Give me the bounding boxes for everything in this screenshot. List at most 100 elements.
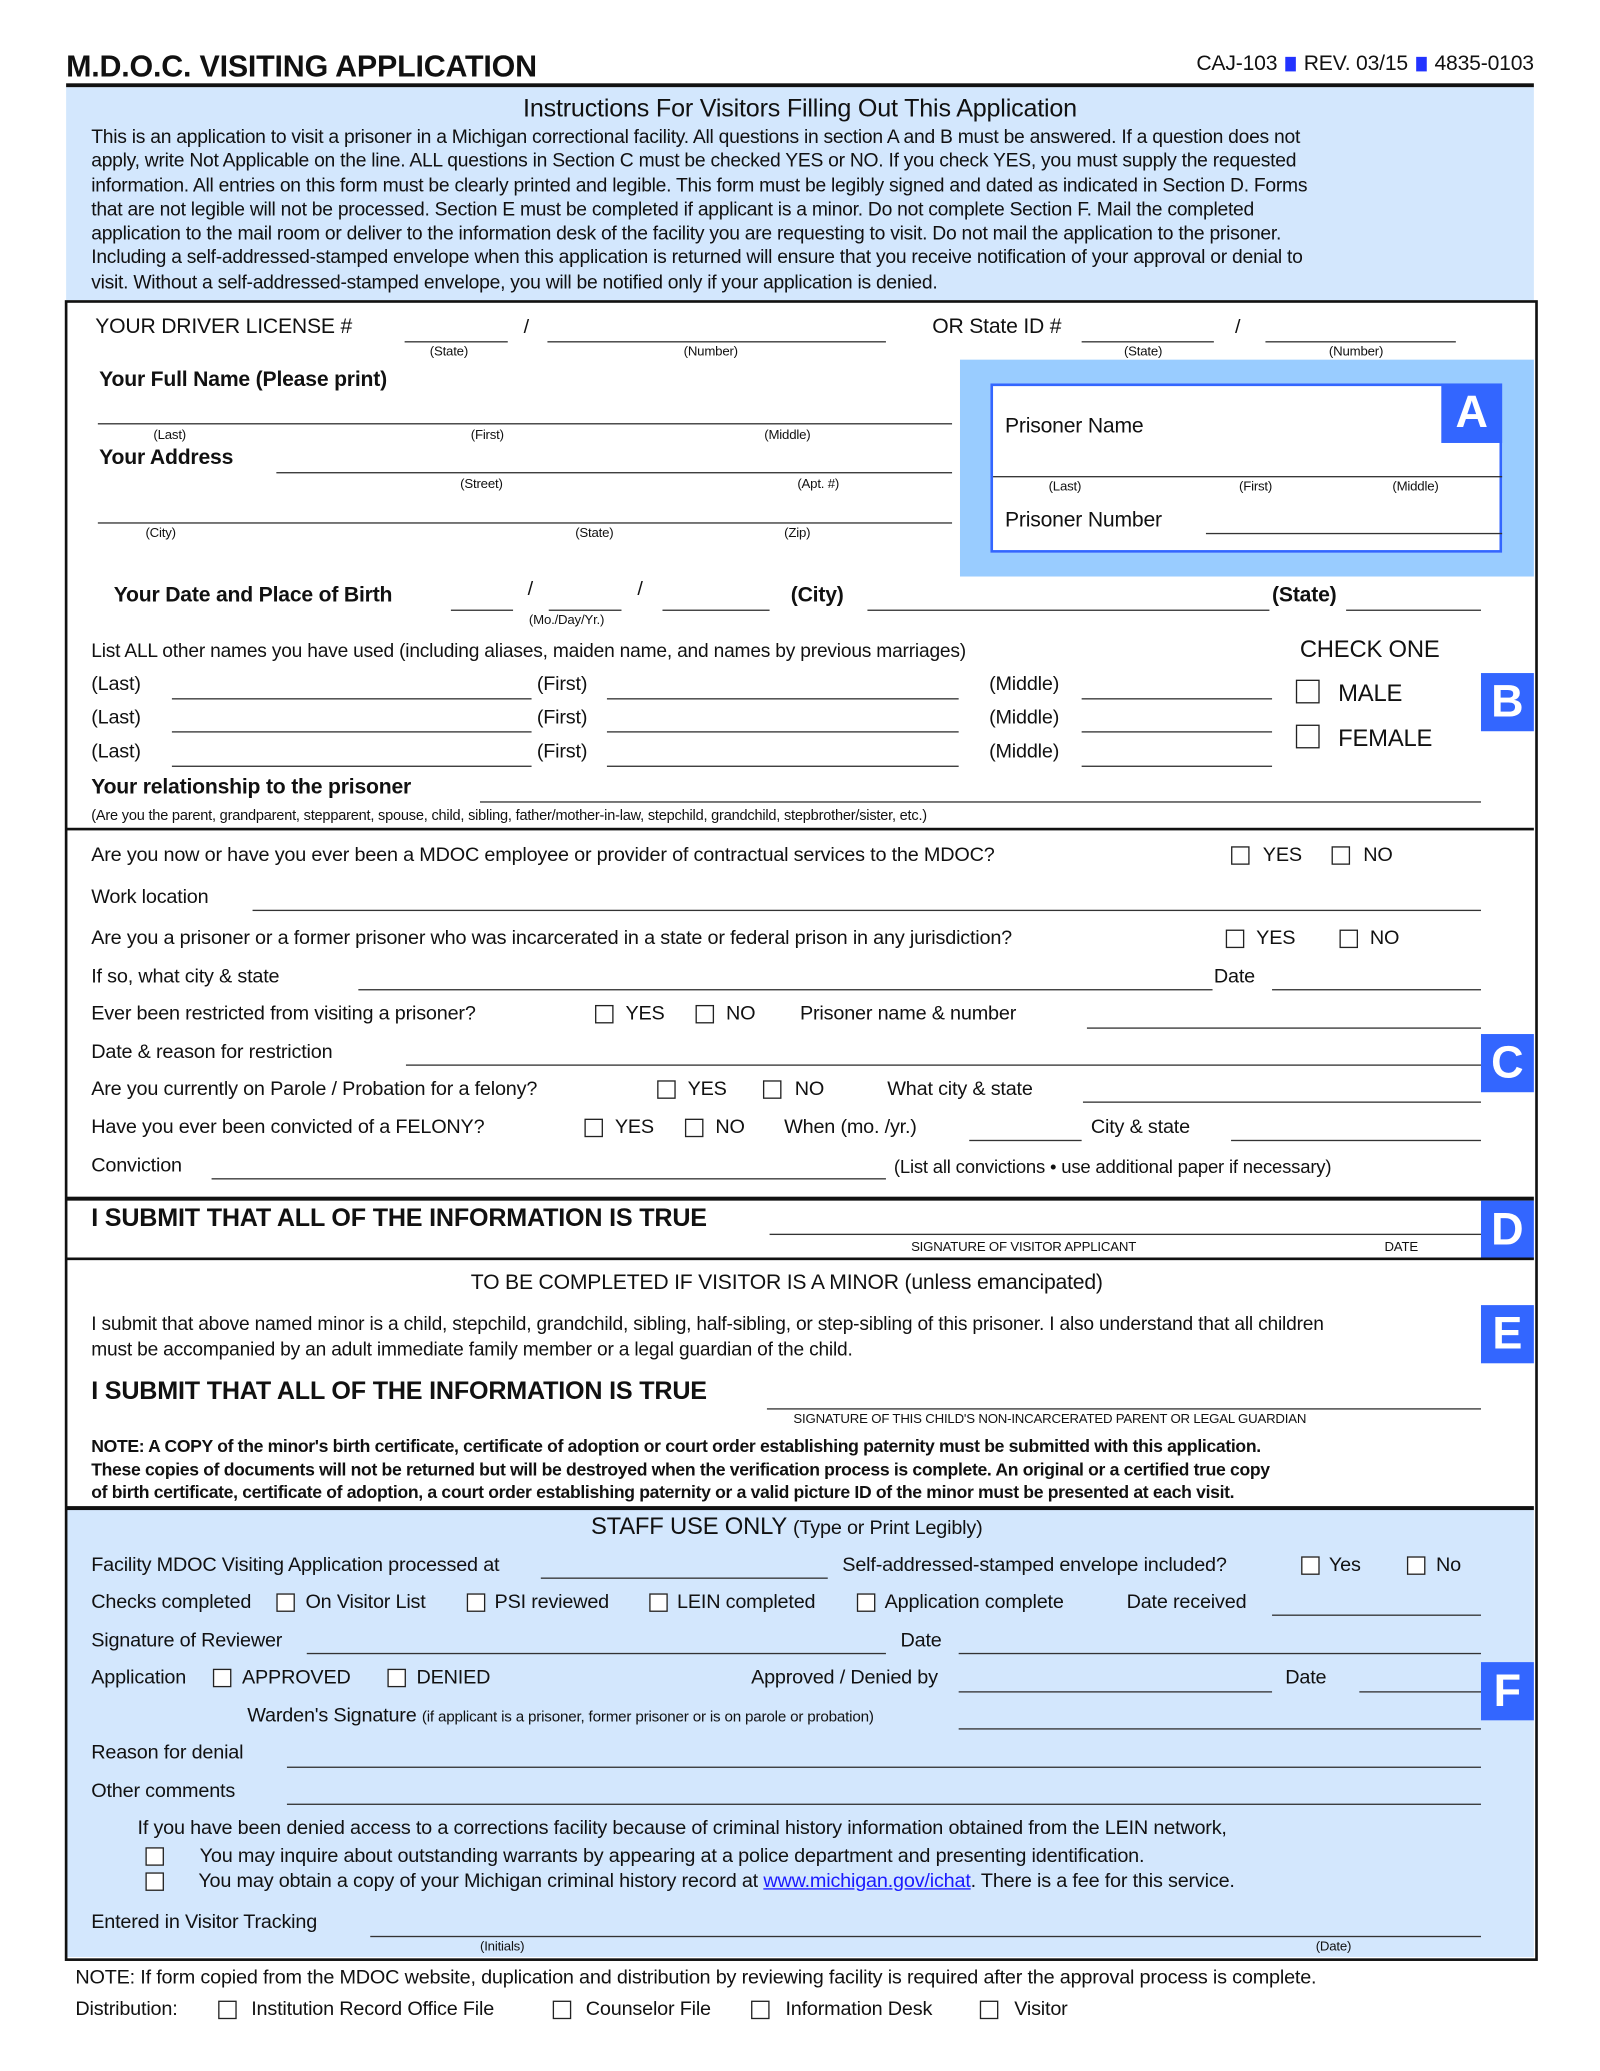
lein-completed-checkbox[interactable] bbox=[649, 1593, 668, 1612]
form-code: 4835-0103 bbox=[1434, 52, 1534, 76]
instructions-heading: Instructions For Visitors Filling Out Th… bbox=[523, 95, 1077, 123]
envelope-yes-checkbox[interactable] bbox=[1301, 1556, 1320, 1575]
note-line: NOTE: A COPY of the minor's birth certif… bbox=[91, 1436, 1261, 1456]
prisoner-number-field[interactable] bbox=[1205, 532, 1503, 535]
alias-middle-field[interactable] bbox=[1081, 731, 1273, 733]
birth-state-field[interactable] bbox=[1346, 609, 1481, 611]
approved-by-field[interactable] bbox=[958, 1691, 1273, 1693]
distribution-info-desk-checkbox[interactable] bbox=[751, 2000, 770, 2020]
state-id-state-field[interactable] bbox=[1081, 341, 1214, 343]
alias-last-field[interactable] bbox=[171, 765, 532, 767]
reason-for-denial-label: Reason for denial bbox=[91, 1741, 244, 1764]
prisoner-yes-checkbox[interactable] bbox=[1225, 929, 1245, 949]
prisoner-no-checkbox[interactable] bbox=[1339, 929, 1359, 949]
warden-signature-field[interactable] bbox=[958, 1728, 1481, 1730]
on-visitor-list-checkbox[interactable] bbox=[276, 1593, 295, 1612]
alias-last-field[interactable] bbox=[171, 698, 532, 700]
dob-month-field[interactable] bbox=[450, 609, 514, 611]
distribution-counselor-checkbox[interactable] bbox=[552, 2000, 572, 2020]
incarceration-date-field[interactable] bbox=[1272, 989, 1481, 991]
prisoner-box: A Prisoner Name (Last) (First) (Middle) … bbox=[990, 383, 1503, 553]
restricted-no-checkbox[interactable] bbox=[695, 1004, 715, 1024]
no-label: NO bbox=[794, 1077, 825, 1101]
felony-no-checkbox[interactable] bbox=[684, 1118, 704, 1138]
alias-middle-field[interactable] bbox=[1081, 765, 1273, 767]
dob-label: Your Date and Place of Birth bbox=[113, 584, 393, 607]
distribution-visitor-checkbox[interactable] bbox=[979, 2000, 999, 2020]
psi-reviewed-checkbox[interactable] bbox=[466, 1593, 486, 1612]
state-id-label: OR State ID # bbox=[932, 316, 1062, 339]
male-checkbox[interactable] bbox=[1295, 679, 1320, 704]
approval-date-field[interactable] bbox=[1359, 1691, 1481, 1693]
processed-at-field[interactable] bbox=[540, 1577, 828, 1579]
lein-warrants-checkbox[interactable] bbox=[145, 1847, 164, 1866]
restricted-prisoner-field[interactable] bbox=[1086, 1027, 1481, 1029]
distribution-item: Information Desk bbox=[785, 1997, 933, 2021]
no-label: NO bbox=[725, 1002, 756, 1025]
alias-first-field[interactable] bbox=[606, 765, 959, 767]
license-number-field[interactable] bbox=[547, 341, 886, 343]
visitor-date-hint: DATE bbox=[1384, 1240, 1418, 1255]
parole-city-state-field[interactable] bbox=[1082, 1101, 1481, 1103]
alias-first-field[interactable] bbox=[606, 731, 959, 733]
relationship-label: Your relationship to the prisoner bbox=[91, 776, 412, 799]
full-name-field[interactable] bbox=[97, 423, 953, 425]
yes-label: YES bbox=[614, 1116, 654, 1139]
felony-city-state-field[interactable] bbox=[1231, 1139, 1481, 1142]
form-title: M.D.O.C. VISITING APPLICATION bbox=[66, 48, 537, 84]
distribution-item: Visitor bbox=[1014, 1997, 1068, 2021]
dob-day-field[interactable] bbox=[548, 609, 622, 611]
ichat-link[interactable]: www.michigan.gov/ichat bbox=[763, 1870, 971, 1892]
alias-last-label: (Last) bbox=[91, 740, 141, 763]
state-id-number-field[interactable] bbox=[1265, 341, 1456, 343]
reviewer-signature-field[interactable] bbox=[306, 1652, 886, 1655]
restricted-yes-checkbox[interactable] bbox=[595, 1004, 614, 1024]
dob-year-field[interactable] bbox=[662, 609, 770, 611]
city-state-zip-field[interactable] bbox=[97, 522, 953, 524]
alias-middle-field[interactable] bbox=[1081, 698, 1273, 700]
work-location-field[interactable] bbox=[252, 909, 1481, 912]
revision: REV. 03/15 bbox=[1303, 52, 1409, 76]
license-state-field[interactable] bbox=[404, 341, 508, 343]
form-id: CAJ-103 REV. 03/15 4835-0103 bbox=[1196, 53, 1534, 77]
alias-first-field[interactable] bbox=[606, 698, 959, 700]
incarceration-city-state-field[interactable] bbox=[358, 989, 1213, 991]
distribution-record-office-checkbox[interactable] bbox=[218, 2000, 237, 2020]
yes-label: YES bbox=[625, 1002, 665, 1025]
female-checkbox[interactable] bbox=[1295, 724, 1320, 749]
felony-when-field[interactable] bbox=[969, 1139, 1082, 1142]
birth-city-field[interactable] bbox=[867, 609, 1270, 611]
date-received-field[interactable] bbox=[1272, 1614, 1481, 1616]
prisoner-number-label: Prisoner Number bbox=[1004, 509, 1162, 532]
guardian-signature-hint: SIGNATURE OF THIS CHILD'S NON-INCARCERAT… bbox=[793, 1412, 1307, 1427]
approved-label: APPROVED bbox=[241, 1666, 351, 1689]
conviction-field[interactable] bbox=[211, 1178, 886, 1180]
street-field[interactable] bbox=[276, 472, 953, 474]
guardian-signature-field[interactable] bbox=[766, 1408, 1481, 1410]
approved-checkbox[interactable] bbox=[212, 1668, 232, 1688]
employee-yes-checkbox[interactable] bbox=[1231, 846, 1250, 865]
date-label: Date bbox=[1213, 965, 1255, 988]
prisoner-name-field[interactable] bbox=[993, 476, 1503, 478]
hint-date: (Date) bbox=[1315, 1939, 1352, 1955]
denied-checkbox[interactable] bbox=[387, 1668, 406, 1688]
application-complete-checkbox[interactable] bbox=[856, 1593, 876, 1612]
warden-label-text: Warden's Signature bbox=[247, 1704, 417, 1727]
visitor-tracking-label: Entered in Visitor Tracking bbox=[91, 1910, 318, 1934]
alias-last-field[interactable] bbox=[171, 731, 532, 733]
lein-record-checkbox[interactable] bbox=[145, 1872, 164, 1891]
employee-no-checkbox[interactable] bbox=[1331, 846, 1351, 865]
other-comments-field[interactable] bbox=[286, 1803, 1481, 1805]
envelope-no-checkbox[interactable] bbox=[1406, 1556, 1426, 1575]
felony-yes-checkbox[interactable] bbox=[584, 1118, 603, 1138]
restriction-reason-field[interactable] bbox=[405, 1064, 1481, 1066]
relationship-field[interactable] bbox=[479, 801, 1481, 803]
distribution-label: Distribution: bbox=[75, 1997, 178, 2021]
reviewer-date-field[interactable] bbox=[958, 1652, 1481, 1655]
visitor-tracking-field[interactable] bbox=[370, 1935, 1481, 1938]
parole-yes-checkbox[interactable] bbox=[657, 1080, 676, 1099]
visitor-signature-field[interactable] bbox=[769, 1233, 1481, 1236]
reason-for-denial-field[interactable] bbox=[286, 1766, 1481, 1768]
parole-no-checkbox[interactable] bbox=[762, 1080, 782, 1099]
when-label: When (mo. /yr.) bbox=[784, 1116, 917, 1139]
